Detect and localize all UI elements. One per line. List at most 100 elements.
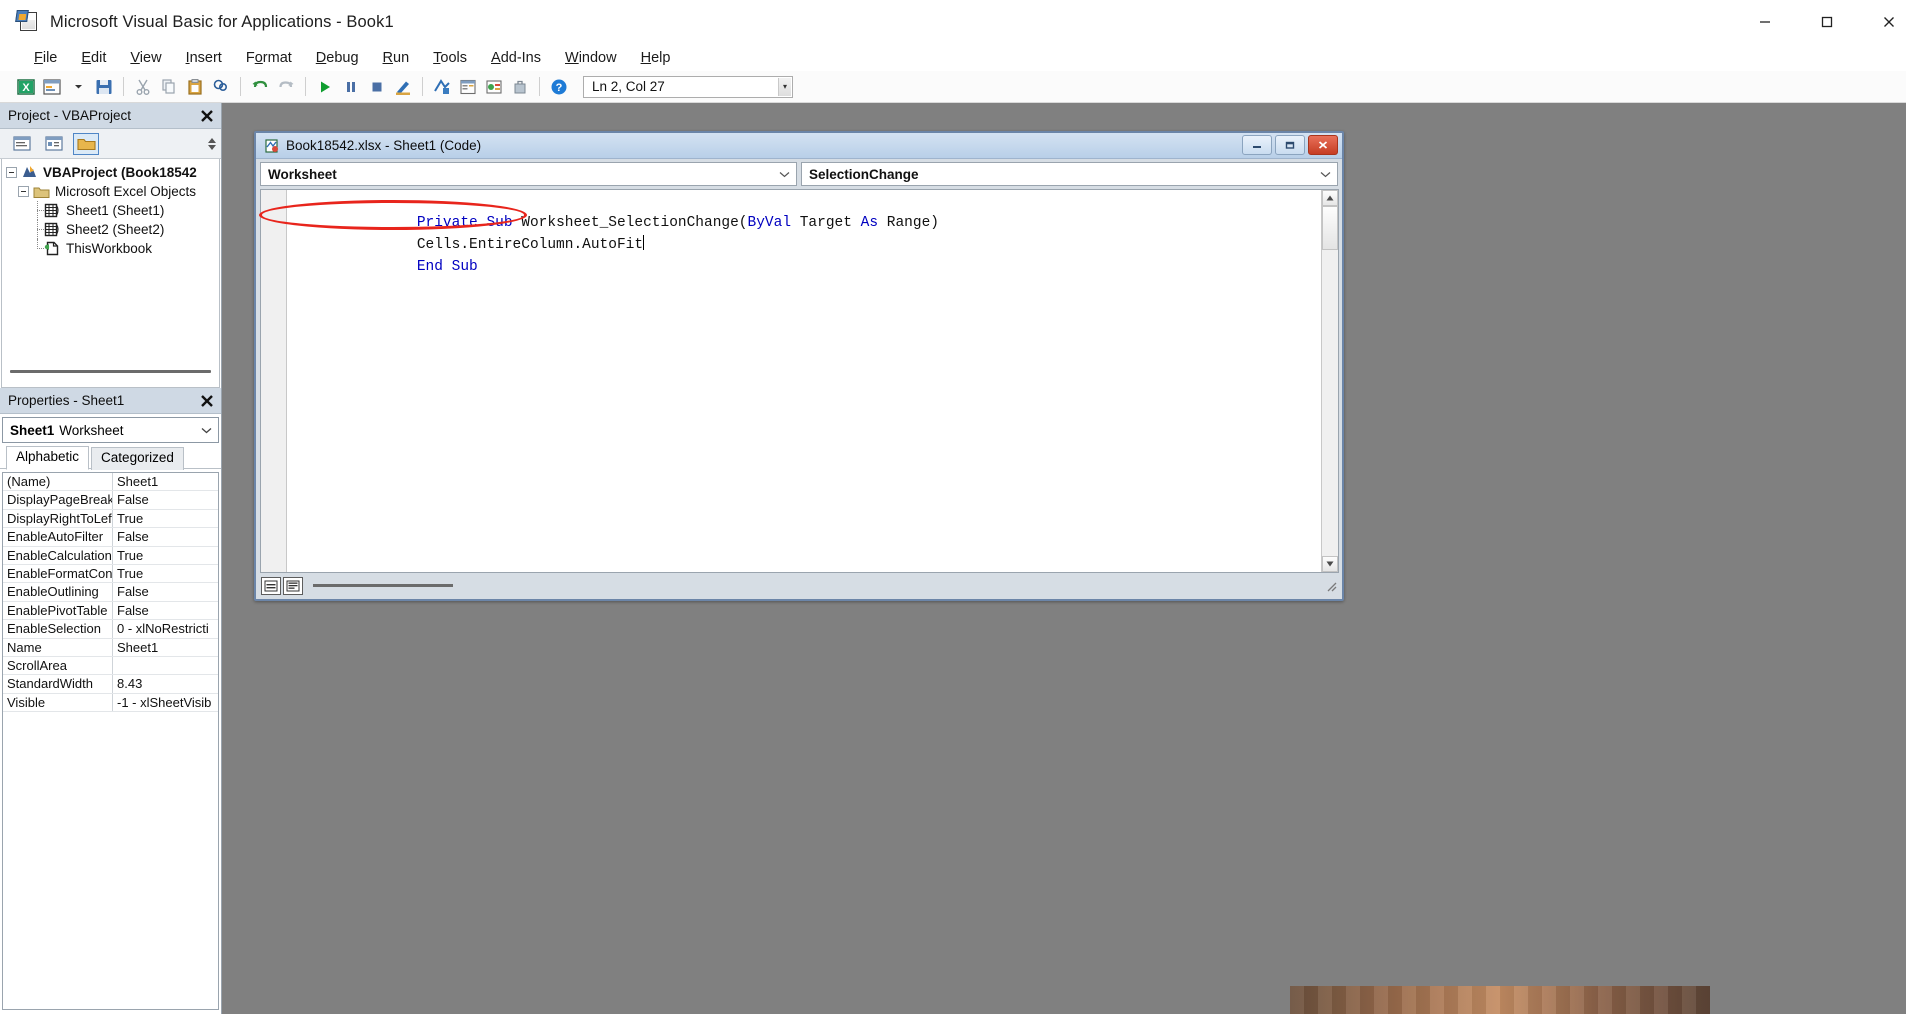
code-margin-indicator-bar[interactable] — [261, 190, 287, 572]
property-value[interactable]: Sheet1 — [113, 639, 218, 656]
menu-edit[interactable]: Edit — [69, 48, 118, 68]
menu-insert[interactable]: Insert — [174, 48, 234, 68]
property-row[interactable]: Visible -1 - xlSheetVisib — [3, 694, 218, 712]
property-value[interactable]: True — [113, 510, 218, 527]
maximize-button[interactable] — [1796, 0, 1858, 44]
property-value[interactable]: True — [113, 565, 218, 582]
tree-node-sheet2[interactable]: Sheet2 (Sheet2) — [2, 220, 219, 239]
expander-icon[interactable] — [18, 186, 29, 197]
properties-pane-close-icon[interactable] — [197, 391, 217, 411]
mdi-client-area: Book18542.xlsx - Sheet1 (Code) — [222, 103, 1920, 1014]
project-pane-close-icon[interactable] — [197, 106, 217, 126]
tab-alphabetic[interactable]: Alphabetic — [6, 446, 89, 470]
view-code-icon[interactable] — [9, 133, 35, 155]
property-value[interactable]: 8.43 — [113, 675, 218, 692]
object-dropdown[interactable]: Worksheet — [260, 162, 797, 186]
menu-help[interactable]: Help — [629, 48, 683, 68]
menu-window[interactable]: Window — [553, 48, 629, 68]
procedure-dropdown[interactable]: SelectionChange — [801, 162, 1338, 186]
expander-icon[interactable] — [6, 167, 17, 178]
tree-node-vbaproject[interactable]: VBAProject (Book18542 — [2, 163, 219, 182]
menu-run[interactable]: Run — [371, 48, 422, 68]
minimize-button[interactable] — [1734, 0, 1796, 44]
cut-icon[interactable] — [131, 75, 155, 99]
save-icon[interactable] — [92, 75, 116, 99]
toggle-folders-icon[interactable] — [73, 133, 99, 155]
view-excel-icon[interactable]: X — [14, 75, 38, 99]
scroll-up-button[interactable] — [1322, 190, 1338, 206]
tree-node-thisworkbook[interactable]: ThisWorkbook — [2, 239, 219, 258]
code-window-close-button[interactable] — [1308, 135, 1338, 155]
property-value[interactable]: False — [113, 491, 218, 508]
object-browser-icon[interactable] — [482, 75, 506, 99]
property-row[interactable]: EnableSelection 0 - xlNoRestricti — [3, 620, 218, 638]
property-row[interactable]: EnablePivotTable False — [3, 602, 218, 620]
property-row[interactable]: EnableFormatCon True — [3, 565, 218, 583]
design-mode-icon[interactable] — [391, 75, 415, 99]
insert-dropdown-icon[interactable] — [66, 75, 90, 99]
property-row[interactable]: EnableCalculation True — [3, 547, 218, 565]
toolbar-overflow-button[interactable]: ▾ — [778, 78, 791, 96]
property-row[interactable]: EnableAutoFilter False — [3, 528, 218, 546]
menu-view[interactable]: View — [118, 48, 173, 68]
find-icon[interactable] — [209, 75, 233, 99]
project-tree-hscrollbar[interactable] — [10, 370, 211, 378]
property-value[interactable]: False — [113, 583, 218, 600]
help-icon[interactable]: ? — [547, 75, 571, 99]
scroll-down-button[interactable] — [1322, 556, 1338, 572]
property-value[interactable]: -1 - xlSheetVisib — [113, 694, 218, 711]
toolbox-icon[interactable] — [508, 75, 532, 99]
scrollbar-thumb[interactable] — [1322, 206, 1338, 250]
menu-format[interactable]: Format — [234, 48, 304, 68]
full-module-view-button[interactable] — [283, 577, 303, 595]
project-pane-title: Project - VBAProject — [8, 108, 197, 123]
code-window-restore-button[interactable] — [1275, 135, 1305, 155]
properties-window-icon[interactable] — [456, 75, 480, 99]
view-object-icon[interactable] — [41, 133, 67, 155]
tree-node-sheet1[interactable]: Sheet1 (Sheet1) — [2, 201, 219, 220]
code-line[interactable]: Private Sub Worksheet_SelectionChange(By… — [287, 190, 1321, 212]
property-value[interactable]: True — [113, 547, 218, 564]
property-value[interactable]: Sheet1 — [113, 473, 218, 490]
property-row[interactable]: Name Sheet1 — [3, 639, 218, 657]
project-explorer-icon[interactable] — [430, 75, 454, 99]
property-row[interactable]: ScrollArea — [3, 657, 218, 675]
redo-icon[interactable] — [274, 75, 298, 99]
properties-object-selector[interactable]: Sheet1 Worksheet — [2, 417, 219, 443]
project-pane-scroll-arrows[interactable] — [205, 132, 218, 156]
chevron-down-icon[interactable] — [1315, 163, 1335, 185]
property-row[interactable]: StandardWidth 8.43 — [3, 675, 218, 693]
menu-addins[interactable]: Add-Ins — [479, 48, 553, 68]
property-row[interactable]: (Name) Sheet1 — [3, 473, 218, 491]
undo-icon[interactable] — [248, 75, 272, 99]
property-value[interactable]: False — [113, 602, 218, 619]
chevron-down-icon[interactable] — [195, 419, 217, 441]
property-row[interactable]: DisplayRightToLef True — [3, 510, 218, 528]
window-resize-grip[interactable] — [1324, 579, 1338, 593]
property-row[interactable]: EnableOutlining False — [3, 583, 218, 601]
reset-icon[interactable] — [365, 75, 389, 99]
tree-node-excel-objects[interactable]: Microsoft Excel Objects — [2, 182, 219, 201]
scrollbar-track[interactable] — [1322, 250, 1338, 556]
property-value[interactable] — [113, 657, 218, 674]
paste-icon[interactable] — [183, 75, 207, 99]
code-vertical-scrollbar[interactable] — [1321, 190, 1338, 572]
property-row[interactable]: DisplayPageBreak False — [3, 491, 218, 509]
chevron-down-icon[interactable] — [774, 163, 794, 185]
code-window-minimize-button[interactable] — [1242, 135, 1272, 155]
code-horizontal-scrollbar[interactable] — [313, 578, 1318, 594]
copy-icon[interactable] — [157, 75, 181, 99]
property-value[interactable]: False — [113, 528, 218, 545]
property-value[interactable]: 0 - xlNoRestricti — [113, 620, 218, 637]
insert-userform-icon[interactable] — [40, 75, 64, 99]
run-icon[interactable] — [313, 75, 337, 99]
break-icon[interactable] — [339, 75, 363, 99]
menu-debug[interactable]: Debug — [304, 48, 371, 68]
project-tree[interactable]: VBAProject (Book18542 Microsoft Excel Ob… — [1, 159, 220, 388]
menu-file[interactable]: File — [22, 48, 69, 68]
procedure-view-button[interactable] — [261, 577, 281, 595]
code-text-area[interactable]: Private Sub Worksheet_SelectionChange(By… — [287, 190, 1321, 572]
properties-grid[interactable]: (Name) Sheet1 DisplayPageBreak False Dis… — [2, 472, 219, 1010]
tab-categorized[interactable]: Categorized — [91, 447, 184, 470]
menu-tools[interactable]: Tools — [421, 48, 479, 68]
